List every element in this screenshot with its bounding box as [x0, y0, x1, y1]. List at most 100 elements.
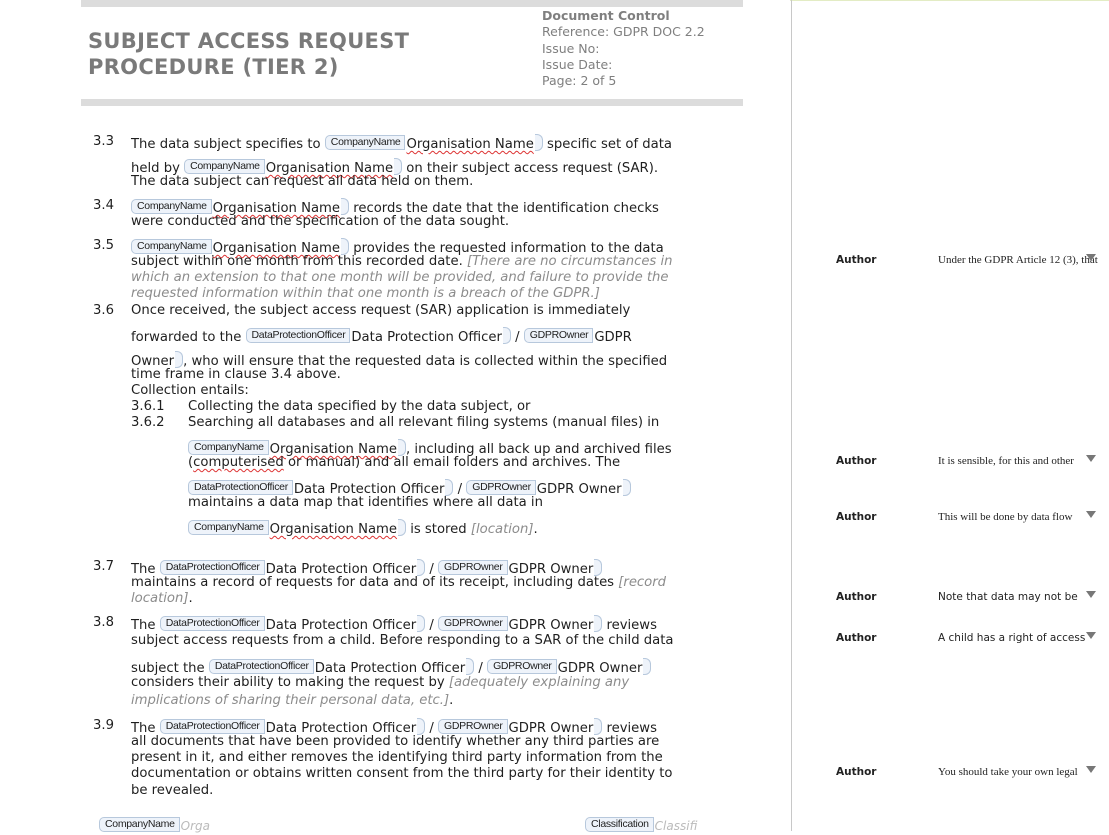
- content-control-end: [534, 134, 543, 151]
- comments-pane-divider: [791, 0, 792, 831]
- content-control-value[interactable]: GDPR Owner: [537, 482, 622, 497]
- comment-text[interactable]: You should take your own legal: [938, 766, 1078, 778]
- content-control-end: [502, 327, 511, 344]
- dpo-control[interactable]: DataProtectionOfficer Data Protection Off…: [245, 327, 511, 346]
- content-control-end: [394, 158, 403, 175]
- content-control-tag[interactable]: CompanyName: [131, 239, 212, 254]
- comment-expand-icon[interactable]: [1086, 591, 1096, 598]
- text: considers their ability to making the re…: [131, 675, 449, 690]
- comment-author: Author: [836, 766, 877, 778]
- company-name-control[interactable]: CompanyName Organisation Name: [324, 134, 543, 153]
- content-control-tag[interactable]: CompanyName: [188, 440, 269, 455]
- content-control-tag[interactable]: GDPROwner: [437, 719, 508, 734]
- clause-3-7-line-2: maintains a record of requests for data …: [131, 575, 666, 591]
- title-line-2: PROCEDURE (TIER 2): [88, 55, 339, 79]
- clause-3-4-line-2: were conducted and the specification of …: [131, 214, 510, 229]
- guidance-text: implications of sharing their personal d…: [131, 693, 450, 708]
- comment-author: Author: [836, 511, 877, 523]
- comment-item[interactable]: Author A child has a right of access: [836, 632, 1106, 648]
- content-control-value[interactable]: Data Protection Officer: [315, 661, 466, 676]
- content-control-value[interactable]: Organisation Name: [270, 522, 397, 537]
- text: or manual) and all email folders and arc…: [283, 455, 621, 470]
- comment-text[interactable]: It is sensible, for this and other: [938, 455, 1074, 467]
- gdpr-owner-control[interactable]: GDPROwner GDPR Owner: [437, 615, 603, 634]
- text: The: [131, 618, 160, 633]
- content-control-tag[interactable]: DataProtectionOfficer: [159, 719, 265, 734]
- clause-3-5-line-2: subject within one month from this recor…: [131, 254, 673, 270]
- content-control-tag[interactable]: CompanyName: [188, 520, 269, 535]
- guidance-text: location]: [131, 591, 189, 606]
- clause-number: 3.5: [93, 238, 114, 253]
- clause-3-6-line-2: forwarded to the DataProtectionOfficer Da…: [131, 327, 632, 346]
- content-control-tag[interactable]: DataProtectionOfficer: [245, 328, 351, 343]
- comment-text[interactable]: A child has a right of access: [938, 632, 1085, 644]
- content-control-tag[interactable]: GDPROwner: [437, 616, 508, 631]
- content-control-end: [445, 479, 454, 496]
- content-control-end: [594, 615, 603, 632]
- gdpr-owner-control[interactable]: GDPROwner GDPR: [523, 328, 632, 346]
- content-control-tag[interactable]: GDPROwner: [523, 328, 594, 343]
- sub-clause-3-6-2-line-6: CompanyName Organisation Name is stored […: [188, 519, 538, 538]
- comment-item[interactable]: Author Under the GDPR Article 12 (3), th…: [836, 254, 1106, 270]
- sub-clause-number: 3.6.1: [131, 399, 165, 414]
- document-page[interactable]: SUBJECT ACCESS REQUEST PROCEDURE (TIER 2…: [0, 0, 790, 833]
- content-control-tag[interactable]: GDPROwner: [487, 659, 557, 674]
- content-control-tag[interactable]: DataProtectionOfficer: [188, 480, 293, 495]
- content-control-tag[interactable]: GDPROwner: [437, 560, 508, 575]
- doc-page-number: Page: 2 of 5: [542, 73, 617, 89]
- comment-author: Author: [836, 254, 877, 266]
- clause-3-6-line-4: time frame in clause 3.4 above.: [131, 367, 341, 382]
- clause-3-9-line-4: documentation or obtains written consent…: [131, 766, 673, 781]
- doc-reference: Reference: GDPR DOC 2.2: [542, 24, 705, 40]
- content-control-value[interactable]: GDPR Owner: [558, 661, 643, 676]
- comment-text[interactable]: This will be done by data flow: [938, 511, 1072, 523]
- text: reviews: [602, 618, 657, 633]
- content-control-end: [643, 658, 652, 675]
- comment-expand-icon[interactable]: [1086, 511, 1096, 518]
- content-control-tag[interactable]: DataProtectionOfficer: [159, 560, 265, 575]
- footer-classification-control[interactable]: Classification Classifi: [585, 817, 697, 835]
- clause-number: 3.4: [93, 198, 114, 213]
- comment-item[interactable]: Author You should take your own legal: [836, 766, 1106, 782]
- content-control-tag[interactable]: Classification: [585, 817, 654, 832]
- comment-item[interactable]: Author It is sensible, for this and othe…: [836, 455, 1106, 471]
- content-control-value[interactable]: GDPR: [594, 330, 632, 345]
- clause-number: 3.7: [93, 559, 114, 574]
- content-control-tag[interactable]: GDPROwner: [466, 480, 536, 495]
- comment-expand-icon[interactable]: [1086, 632, 1096, 639]
- company-name-control[interactable]: CompanyName Organisation Name: [188, 519, 407, 538]
- content-control-value[interactable]: Organisation Name: [406, 137, 533, 152]
- comment-text[interactable]: Note that data may not be: [938, 591, 1078, 603]
- clause-3-7-line-3: location].: [131, 591, 193, 607]
- comment-text[interactable]: Under the GDPR Article 12 (3), that: [938, 254, 1098, 266]
- content-control-value[interactable]: Data Protection Officer: [351, 330, 502, 345]
- text: .: [533, 522, 538, 537]
- footer-company-control[interactable]: CompanyName Orga: [99, 817, 210, 835]
- clause-number: 3.8: [93, 615, 114, 630]
- text: /: [510, 330, 524, 345]
- comment-author: Author: [836, 591, 877, 603]
- misspelled-word[interactable]: computerised: [193, 455, 284, 470]
- content-control-tag[interactable]: CompanyName: [184, 159, 265, 174]
- content-control-value[interactable]: Data Protection Officer: [266, 618, 417, 633]
- content-control-tag[interactable]: CompanyName: [324, 135, 406, 150]
- comment-expand-icon[interactable]: [1086, 455, 1096, 462]
- content-control-tag[interactable]: CompanyName: [99, 817, 180, 832]
- dpo-control[interactable]: DataProtectionOfficer Data Protection Off…: [159, 615, 426, 634]
- content-control-value[interactable]: GDPR Owner: [509, 618, 594, 633]
- text: subject within one month from this recor…: [131, 254, 467, 269]
- guidance-text: [location]: [470, 522, 534, 537]
- content-control-end: [341, 238, 350, 255]
- comment-item[interactable]: Author This will be done by data flow: [836, 511, 1106, 527]
- content-control-end: [417, 718, 426, 735]
- content-control-tag[interactable]: DataProtectionOfficer: [159, 616, 265, 631]
- comment-author: Author: [836, 632, 877, 644]
- document-title: SUBJECT ACCESS REQUEST PROCEDURE (TIER 2…: [88, 28, 518, 80]
- comment-expand-icon[interactable]: [1086, 254, 1096, 261]
- content-control-tag[interactable]: CompanyName: [131, 199, 212, 214]
- content-control-tag[interactable]: DataProtectionOfficer: [208, 659, 314, 674]
- sub-clause-number: 3.6.2: [131, 415, 165, 430]
- comment-expand-icon[interactable]: [1086, 766, 1096, 773]
- comment-item[interactable]: Author Note that data may not be: [836, 591, 1106, 607]
- sub-clause-3-6-1: Collecting the data specified by the dat…: [188, 399, 531, 414]
